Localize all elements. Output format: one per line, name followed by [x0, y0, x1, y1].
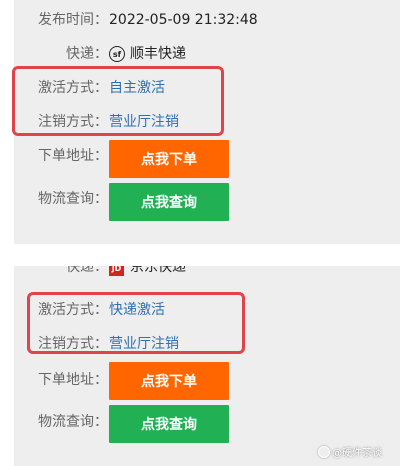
courier-label: 快递： — [66, 266, 108, 275]
track-button[interactable]: 点我查询 — [109, 405, 229, 443]
track-button[interactable]: 点我查询 — [109, 183, 229, 221]
watermark-text: @硬件茶谈 — [332, 448, 382, 459]
publish-time-value: 2022-05-09 21:32:48 — [109, 12, 258, 28]
courier-label: 快递： — [66, 46, 108, 62]
highlight-box-2 — [27, 292, 245, 354]
watermark-logo-icon — [318, 445, 330, 458]
watermark: @硬件茶谈 — [318, 444, 382, 459]
publish-time-label: 发布时间： — [38, 12, 108, 28]
highlight-box-1 — [12, 66, 224, 136]
logistics-query-label: 物流查询： — [38, 414, 108, 430]
logistics-query-label: 物流查询： — [38, 191, 108, 207]
jd-logo-icon: JD — [109, 266, 124, 276]
sf-express-logo-icon: sf — [109, 46, 125, 62]
courier-value: 京东快递 — [130, 266, 186, 275]
courier-value: 顺丰快递 — [130, 46, 186, 62]
order-button[interactable]: 点我下单 — [109, 140, 229, 178]
order-address-label: 下单地址： — [38, 148, 108, 164]
order-address-label: 下单地址： — [38, 372, 108, 388]
order-button[interactable]: 点我下单 — [109, 362, 229, 400]
